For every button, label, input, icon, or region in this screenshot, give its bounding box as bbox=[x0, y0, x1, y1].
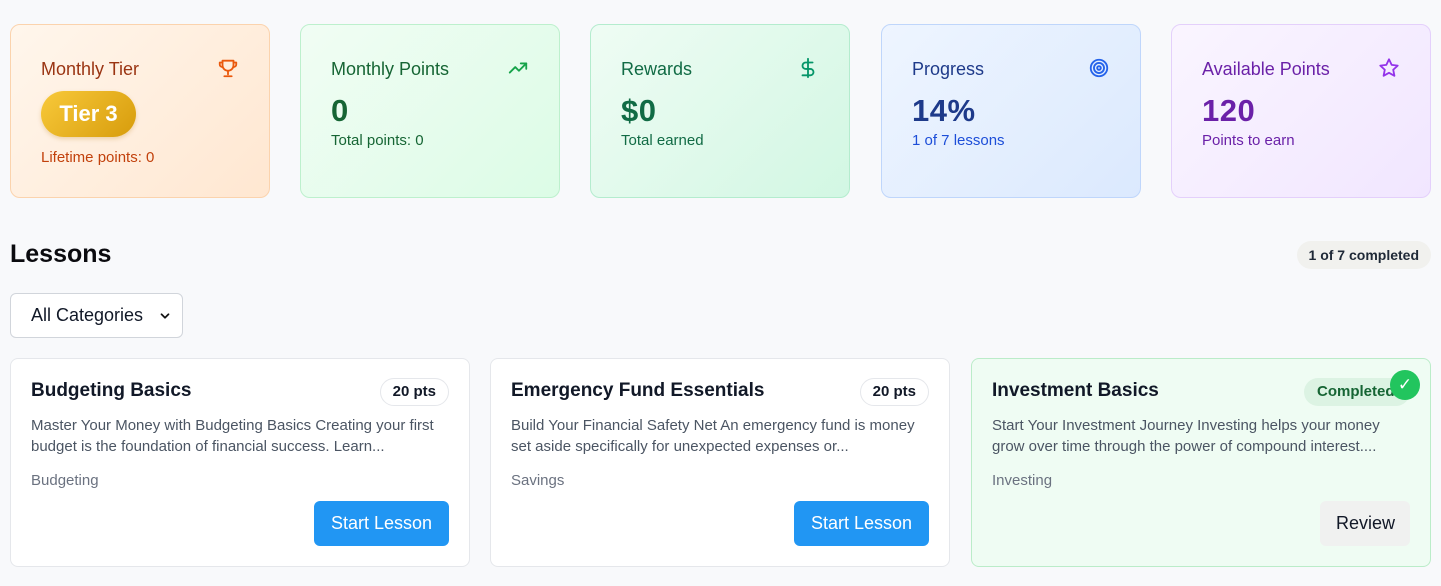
start-lesson-button[interactable]: Start Lesson bbox=[314, 501, 449, 546]
lesson-description: Build Your Financial Safety Net An emerg… bbox=[511, 417, 915, 455]
lessons-heading: Lessons bbox=[10, 240, 112, 268]
lesson-card: Budgeting Basics 20 pts Master Your Mone… bbox=[10, 358, 470, 567]
stats-row: Monthly Tier Tier 3 Lifetime points: 0 M… bbox=[10, 24, 1431, 198]
trending-up-icon bbox=[507, 57, 529, 79]
completed-count-badge: 1 of 7 completed bbox=[1296, 241, 1431, 269]
star-icon bbox=[1378, 57, 1400, 79]
review-button[interactable]: Review bbox=[1320, 501, 1410, 546]
check-icon: ✓ bbox=[1390, 370, 1420, 400]
monthly-tier-card: Monthly Tier Tier 3 Lifetime points: 0 bbox=[10, 24, 270, 198]
progress-value: 14% bbox=[912, 93, 976, 128]
trophy-icon bbox=[217, 57, 239, 79]
total-earned: Total earned bbox=[621, 132, 704, 149]
monthly-points-value: 0 bbox=[331, 93, 349, 128]
lesson-title: Investment Basics bbox=[992, 380, 1159, 401]
monthly-tier-title: Monthly Tier bbox=[41, 59, 140, 79]
rewards-title: Rewards bbox=[621, 59, 693, 79]
tier-badge: Tier 3 bbox=[41, 91, 136, 137]
points-badge: 20 pts bbox=[379, 378, 449, 406]
available-points-title: Available Points bbox=[1202, 59, 1330, 79]
rewards-value: $0 bbox=[621, 93, 657, 128]
target-icon bbox=[1088, 57, 1110, 79]
progress-title: Progress bbox=[912, 59, 985, 79]
monthly-points-card: Monthly Points 0 Total points: 0 bbox=[300, 24, 560, 198]
chevron-down-icon bbox=[160, 313, 170, 319]
lessons-progress: 1 of 7 lessons bbox=[912, 132, 1005, 149]
lesson-category: Budgeting bbox=[31, 472, 99, 489]
dollar-icon bbox=[797, 57, 819, 79]
start-lesson-button[interactable]: Start Lesson bbox=[794, 501, 929, 546]
lesson-card: Investment Basics Completed ✓ Start Your… bbox=[971, 358, 1431, 567]
lifetime-points: Lifetime points: 0 bbox=[41, 149, 155, 166]
total-points: Total points: 0 bbox=[331, 132, 424, 149]
available-points-card: Available Points 120 Points to earn bbox=[1171, 24, 1431, 198]
available-points-value: 120 bbox=[1202, 93, 1256, 128]
category-filter-value: All Categories bbox=[31, 305, 144, 325]
lesson-description: Master Your Money with Budgeting Basics … bbox=[31, 417, 434, 455]
lesson-category: Investing bbox=[992, 472, 1053, 489]
progress-card: Progress 14% 1 of 7 lessons bbox=[881, 24, 1141, 198]
lesson-description: Start Your Investment Journey Investing … bbox=[992, 417, 1380, 455]
category-filter-select[interactable]: All Categories bbox=[10, 293, 183, 338]
lesson-card: Emergency Fund Essentials 20 pts Build Y… bbox=[490, 358, 950, 567]
points-to-earn: Points to earn bbox=[1202, 132, 1295, 149]
lesson-category: Savings bbox=[511, 472, 565, 489]
monthly-points-title: Monthly Points bbox=[331, 59, 450, 79]
lesson-title: Budgeting Basics bbox=[31, 380, 192, 401]
points-badge: 20 pts bbox=[859, 378, 929, 406]
lesson-title: Emergency Fund Essentials bbox=[511, 380, 765, 401]
rewards-card: Rewards $0 Total earned bbox=[590, 24, 850, 198]
